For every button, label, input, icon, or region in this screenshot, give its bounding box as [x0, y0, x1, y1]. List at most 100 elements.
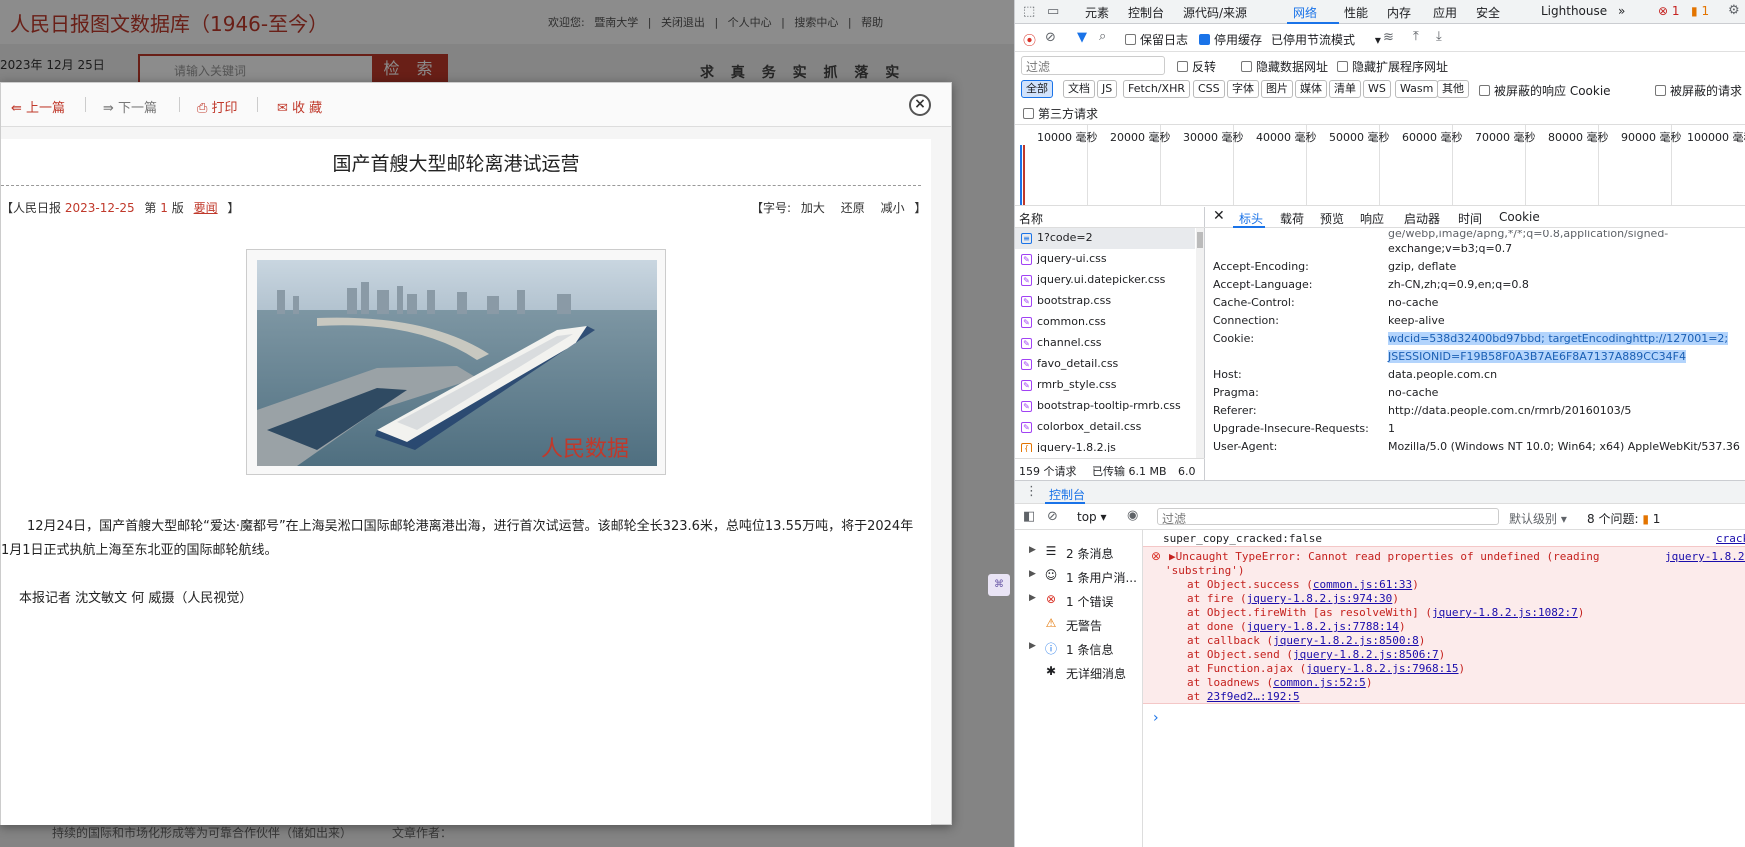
hide-data-urls-checkbox[interactable]: 隐藏数据网址	[1241, 58, 1328, 75]
tab-performance[interactable]: 性能	[1344, 4, 1368, 21]
type-font[interactable]: 字体	[1227, 80, 1259, 98]
tab-network[interactable]: 网络	[1293, 4, 1317, 21]
request-row[interactable]: ✎ common.css	[1015, 312, 1195, 333]
invert-checkbox[interactable]: 反转	[1177, 58, 1216, 75]
more-options-icon[interactable]: ⋮	[1025, 484, 1038, 499]
request-row[interactable]: ✎ rmrb_style.css	[1015, 375, 1195, 396]
error-source-link[interactable]: jquery-1.8.2.j	[1665, 550, 1745, 563]
clear-console-icon[interactable]: ⊘	[1047, 509, 1058, 524]
tab-initiator[interactable]: 启动器	[1404, 210, 1440, 227]
stack-link[interactable]: common.js:52:5	[1273, 676, 1366, 689]
type-fetch[interactable]: Fetch/XHR	[1123, 80, 1190, 98]
stack-link[interactable]: jquery-1.8.2.js:974:30	[1247, 592, 1393, 605]
blocked-cookies-checkbox[interactable]: 被屏蔽的响应 Cookie	[1479, 82, 1611, 99]
type-media[interactable]: 媒体	[1295, 80, 1327, 98]
tab-timing[interactable]: 时间	[1458, 210, 1482, 227]
error-message[interactable]: ▶Uncaught TypeError: Cannot read propert…	[1169, 550, 1599, 563]
font-smaller-link[interactable]: 减小	[881, 201, 905, 215]
issues-button[interactable]: 8 个问题: ▮ 1	[1587, 510, 1660, 527]
type-ws[interactable]: WS	[1363, 80, 1391, 98]
font-reset-link[interactable]: 还原	[841, 201, 865, 215]
device-toolbar-icon[interactable]: ▭	[1047, 4, 1059, 19]
drawer-tab-console[interactable]: 控制台	[1049, 486, 1085, 503]
request-row[interactable]: ✎ jquery-ui.css	[1015, 249, 1195, 270]
disable-cache-checkbox[interactable]: 停用缓存	[1199, 31, 1262, 48]
tab-memory[interactable]: 内存	[1387, 4, 1411, 21]
tab-preview[interactable]: 预览	[1320, 210, 1344, 227]
type-other[interactable]: 其他	[1437, 80, 1469, 98]
tab-security[interactable]: 安全	[1476, 4, 1500, 21]
sidebar-verbose[interactable]: ✱ 无详细消息	[1015, 662, 1143, 684]
type-js[interactable]: JS	[1097, 80, 1118, 98]
tab-elements[interactable]: 元素	[1085, 4, 1109, 21]
export-har-icon[interactable]: ⤓	[1436, 29, 1442, 44]
request-row[interactable]: ✎ colorbox_detail.css	[1015, 417, 1195, 438]
more-tabs-icon[interactable]: »	[1618, 4, 1625, 18]
import-har-icon[interactable]: ⤒	[1413, 29, 1419, 44]
clear-icon[interactable]: ⊘	[1045, 30, 1056, 45]
sidebar-toggle-icon[interactable]: ◧	[1023, 509, 1035, 524]
record-stop-icon[interactable]: ⦿	[1023, 30, 1036, 49]
type-img[interactable]: 图片	[1261, 80, 1293, 98]
sidebar-errors[interactable]: ▶ ⊗ 1 个错误	[1015, 590, 1143, 612]
error-count-badge[interactable]: ⊗ 1	[1658, 4, 1680, 18]
print-button[interactable]: ⎙ 打印	[197, 97, 238, 116]
sidebar-info[interactable]: ▶ ⓘ 1 条信息	[1015, 638, 1143, 660]
third-party-checkbox[interactable]: 第三方请求	[1023, 105, 1098, 122]
stack-link[interactable]: jquery-1.8.2.js:7968:15	[1306, 662, 1458, 675]
meta-section-link[interactable]: 要闻	[194, 201, 218, 215]
throttle-select[interactable]: 已停用节流模式 ▾	[1271, 31, 1381, 48]
stack-link[interactable]: jquery-1.8.2.js:8506:7	[1293, 648, 1439, 661]
name-column-header[interactable]: 名称	[1015, 207, 1205, 228]
type-manifest[interactable]: 清单	[1329, 80, 1361, 98]
tab-cookies[interactable]: Cookie	[1499, 210, 1540, 224]
tab-application[interactable]: 应用	[1433, 4, 1457, 21]
network-conditions-icon[interactable]: ≋	[1383, 30, 1394, 45]
collect-button[interactable]: ✉ 收 藏	[277, 97, 322, 116]
tab-sources[interactable]: 源代码/来源	[1183, 4, 1247, 21]
type-wasm[interactable]: Wasm	[1395, 80, 1439, 98]
console-prompt[interactable]: ›	[1153, 710, 1159, 726]
request-row[interactable]: ✎ bootstrap-tooltip-rmrb.css	[1015, 396, 1195, 417]
network-filter-input[interactable]: 过滤	[1021, 56, 1165, 75]
tab-lighthouse[interactable]: Lighthouse	[1541, 4, 1607, 18]
stack-link[interactable]: jquery-1.8.2.js:7788:14	[1247, 620, 1399, 633]
stack-link[interactable]: 23f9ed2…:192:5	[1207, 690, 1300, 703]
sidebar-user-messages[interactable]: ▶ ☺ 1 条用户消...	[1015, 566, 1143, 588]
request-row[interactable]: ≡ 1?code=2	[1015, 228, 1195, 249]
request-row[interactable]: ✎ jquery.ui.datepicker.css	[1015, 270, 1195, 291]
stack-link[interactable]: jquery-1.8.2.js:1082:7	[1432, 606, 1578, 619]
search-icon[interactable]: ⌕	[1099, 29, 1106, 44]
inspect-icon[interactable]: ⬚	[1023, 4, 1035, 19]
blocked-requests-checkbox[interactable]: 被屏蔽的请求	[1655, 82, 1742, 99]
prev-article-button[interactable]: ⇚ 上一篇	[11, 97, 65, 116]
close-icon[interactable]: ×	[909, 94, 931, 116]
tab-headers[interactable]: 标头	[1239, 210, 1263, 227]
close-icon[interactable]: ✕	[1213, 208, 1225, 224]
font-larger-link[interactable]: 加大	[801, 201, 825, 215]
console-log-source[interactable]: crack	[1716, 532, 1745, 545]
request-row[interactable]: ✎ favo_detail.css	[1015, 354, 1195, 375]
scrollbar-thumb[interactable]	[1197, 232, 1203, 248]
tab-payload[interactable]: 载荷	[1280, 210, 1304, 227]
next-article-button[interactable]: ⇛ 下一篇	[103, 97, 157, 116]
request-row[interactable]: ✎ channel.css	[1015, 333, 1195, 354]
preserve-log-checkbox[interactable]: 保留日志	[1125, 31, 1188, 48]
gear-icon[interactable]: ⚙	[1728, 3, 1740, 18]
context-select[interactable]: top ▾	[1077, 510, 1107, 524]
request-row[interactable]: {jquery-1.8.2.js	[1015, 438, 1195, 452]
type-css[interactable]: CSS	[1193, 80, 1225, 98]
cookie-value-selected[interactable]: JSESSIONID=F19B58F0A3B7AE6F8A7137A889CC3…	[1388, 350, 1686, 363]
sidebar-messages[interactable]: ▶ ☰ 2 条消息	[1015, 542, 1143, 564]
request-row[interactable]: ✎ bootstrap.css	[1015, 291, 1195, 312]
tab-console[interactable]: 控制台	[1128, 4, 1164, 21]
type-doc[interactable]: 文档	[1063, 80, 1095, 98]
request-list-scrollbar[interactable]	[1196, 228, 1204, 458]
hide-ext-urls-checkbox[interactable]: 隐藏扩展程序网址	[1337, 58, 1448, 75]
warning-count-badge[interactable]: ▮ 1	[1691, 4, 1709, 18]
floating-widget-icon[interactable]: ⌘	[988, 574, 1010, 596]
sidebar-warnings[interactable]: ⚠ 无警告	[1015, 614, 1143, 636]
eye-icon[interactable]: ◉	[1127, 508, 1138, 523]
stack-link[interactable]: common.js:61:33	[1313, 578, 1412, 591]
network-timeline[interactable]: 10000 毫秒 20000 毫秒 30000 毫秒 40000 毫秒 5000…	[1015, 124, 1745, 206]
